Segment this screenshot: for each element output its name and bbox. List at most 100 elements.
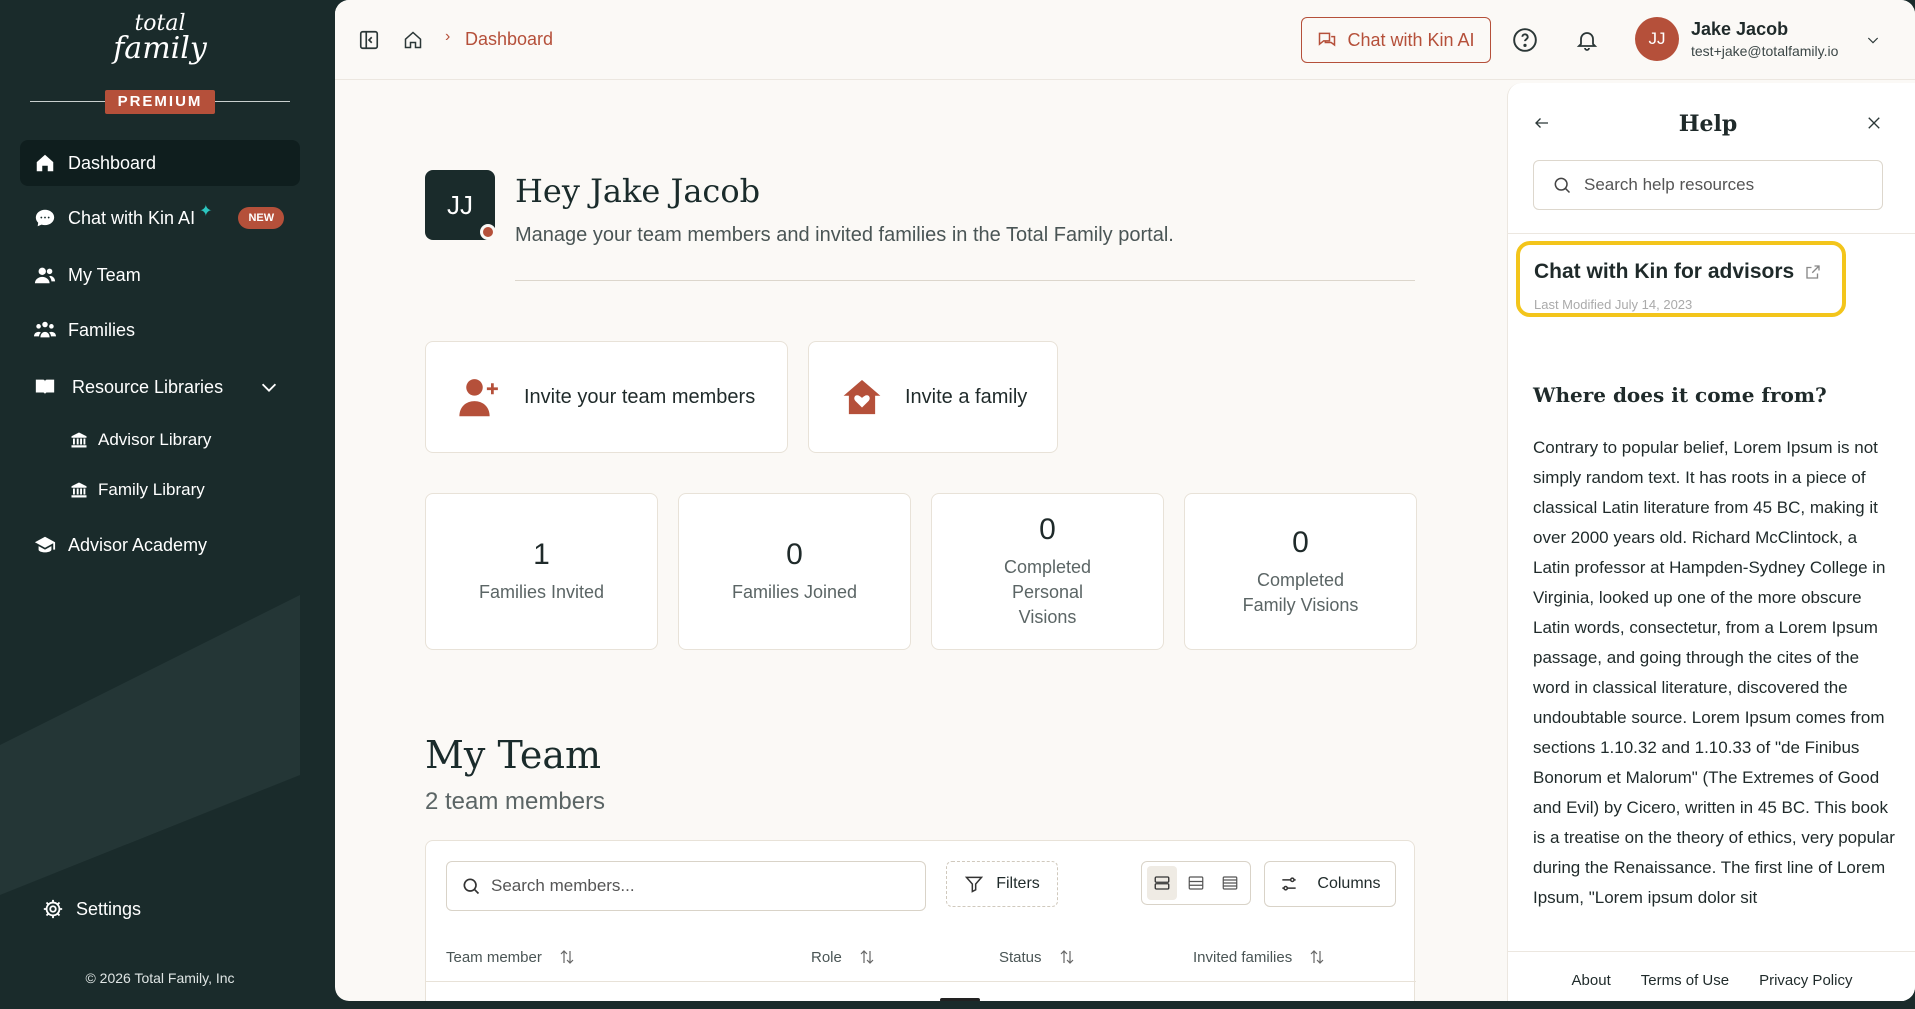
chat-bubble-icon	[35, 209, 55, 227]
sidebar-item-label: Settings	[76, 898, 142, 919]
family-icon	[34, 321, 56, 338]
filter-icon	[965, 876, 984, 893]
top-bar: › Dashboard Chat with Kin AI JJ Jake Jac…	[335, 0, 1915, 80]
density-standard-button[interactable]	[1181, 866, 1211, 900]
columns-button[interactable]: Columns	[1264, 861, 1396, 907]
search-members-field[interactable]	[446, 861, 926, 911]
sidebar: total family PREMIUM Dashboard Chat with…	[0, 0, 335, 1009]
help-section-title: Where does it come from?	[1533, 383, 1827, 407]
breadcrumb-chevron-icon: ›	[445, 28, 451, 45]
sidebar-item-chat-with-kin[interactable]: Chat with Kin AI ✦ NEW	[20, 195, 300, 241]
chevron-down-icon	[261, 383, 277, 392]
premium-badge: PREMIUM	[105, 90, 215, 114]
stat-card-personal-visions: 0 Completed Personal Visions	[931, 493, 1164, 650]
column-header-invited-families[interactable]: Invited families	[1193, 948, 1326, 966]
help-body-text: Contrary to popular belief, Lorem Ipsum …	[1533, 438, 1895, 907]
invite-team-card[interactable]: Invite your team members	[425, 341, 788, 453]
divider	[515, 280, 1415, 281]
sort-icon	[1310, 950, 1324, 964]
help-button[interactable]	[1511, 26, 1539, 54]
search-icon	[463, 878, 480, 895]
sidebar-item-my-team[interactable]: My Team	[20, 252, 300, 298]
notifications-button[interactable]	[1573, 26, 1601, 54]
column-header-label: Status	[999, 948, 1042, 966]
column-header-label: Team member	[446, 948, 542, 966]
column-header-team-member[interactable]: Team member	[446, 948, 576, 966]
sidebar-item-label: Families	[68, 319, 136, 340]
footer-link-terms[interactable]: Terms of Use	[1641, 972, 1729, 1001]
close-icon	[1868, 117, 1880, 129]
column-header-status[interactable]: Status	[999, 948, 1076, 966]
sidebar-item-label: Resource Libraries	[72, 376, 224, 397]
help-article-card[interactable]: Chat with Kin for advisors Last Modified…	[1516, 241, 1846, 317]
footer-link-about[interactable]: About	[1572, 972, 1611, 1001]
invite-family-card[interactable]: Invite a family	[808, 341, 1058, 453]
stat-card-families-joined: 0 Families Joined	[678, 493, 911, 650]
brand-logo[interactable]: total family	[0, 13, 320, 64]
sort-icon	[860, 950, 874, 964]
invite-family-label: Invite a family	[905, 385, 1028, 408]
search-members-input[interactable]	[491, 876, 891, 896]
graduation-cap-icon	[34, 536, 56, 553]
rows-icon	[1154, 876, 1170, 890]
chat-button-label: Chat with Kin AI	[1347, 29, 1475, 50]
filters-button[interactable]: Filters	[946, 861, 1058, 907]
user-menu-button[interactable]	[1863, 30, 1883, 50]
team-table-panel: Filters Columns Team member Role Status …	[425, 840, 1416, 1001]
stat-card-family-visions: 0 Completed Family Visions	[1184, 493, 1417, 650]
chat-with-kin-button[interactable]: Chat with Kin AI	[1301, 17, 1491, 63]
stat-label: Completed Personal Visions	[1003, 557, 1092, 627]
page-title: Hey Jake Jacob	[515, 172, 761, 210]
sidebar-item-label: Family Library	[98, 480, 205, 499]
stat-value: 1	[533, 538, 550, 571]
sort-icon	[1060, 950, 1073, 964]
page-subtitle: Manage your team members and invited fam…	[515, 224, 1174, 246]
footer-link-privacy[interactable]: Privacy Policy	[1759, 972, 1852, 1001]
column-header-label: Role	[811, 948, 842, 966]
external-link-icon	[1806, 265, 1820, 279]
user-name: Jake Jacob	[1691, 19, 1789, 39]
sidebar-item-label: My Team	[68, 264, 141, 285]
toggle-sidebar-button[interactable]	[355, 26, 383, 54]
chat-bubbles-icon	[1319, 32, 1336, 47]
stat-card-families-invited: 1 Families Invited	[425, 493, 658, 650]
stat-value: 0	[1292, 525, 1309, 559]
gear-icon	[43, 899, 63, 919]
help-search-field[interactable]	[1533, 160, 1883, 210]
sidebar-item-dashboard[interactable]: Dashboard	[20, 140, 300, 186]
column-header-role[interactable]: Role	[811, 948, 876, 966]
help-article-title-text: Chat with Kin for advisors	[1534, 260, 1795, 283]
main-content: › Dashboard Chat with Kin AI JJ Jake Jac…	[335, 0, 1915, 1001]
scroll-indicator[interactable]	[940, 998, 980, 1001]
question-circle-icon	[1513, 28, 1537, 52]
sidebar-toggle-icon	[359, 30, 379, 50]
add-user-icon	[459, 379, 498, 417]
sidebar-item-resource-libraries[interactable]: Resource Libraries	[20, 364, 300, 410]
invite-team-label: Invite your team members	[524, 385, 756, 408]
help-article-title[interactable]: Chat with Kin for advisors	[1534, 260, 1822, 284]
density-comfortable-button[interactable]	[1147, 866, 1177, 900]
breadcrumb-current[interactable]: Dashboard	[465, 29, 553, 50]
status-dot	[480, 224, 496, 240]
help-article-meta: Last Modified July 14, 2023	[1534, 297, 1693, 312]
list-icon	[1188, 876, 1204, 890]
sidebar-item-family-library[interactable]: Family Library	[58, 467, 298, 513]
stat-value: 0	[1039, 513, 1056, 546]
view-density-toggle	[1141, 861, 1251, 905]
user-avatar[interactable]: JJ	[1635, 17, 1679, 61]
density-compact-button[interactable]	[1215, 866, 1245, 900]
home-breadcrumb-button[interactable]	[401, 28, 425, 52]
sidebar-item-advisor-academy[interactable]: Advisor Academy	[20, 522, 300, 568]
filters-label: Filters	[996, 875, 1040, 892]
help-search-input[interactable]	[1584, 175, 1874, 195]
library-icon	[71, 482, 87, 498]
sidebar-item-label: Advisor Academy	[68, 534, 208, 555]
sidebar-item-advisor-library[interactable]: Advisor Library	[58, 417, 298, 463]
stat-value: 0	[786, 538, 803, 571]
help-close-button[interactable]	[1862, 111, 1886, 135]
divider	[1508, 233, 1915, 234]
sidebar-item-settings[interactable]: Settings	[28, 886, 308, 932]
sidebar-item-families[interactable]: Families	[20, 307, 300, 353]
sidebar-item-label: Dashboard	[68, 152, 157, 173]
chevron-down-icon	[1867, 37, 1879, 44]
